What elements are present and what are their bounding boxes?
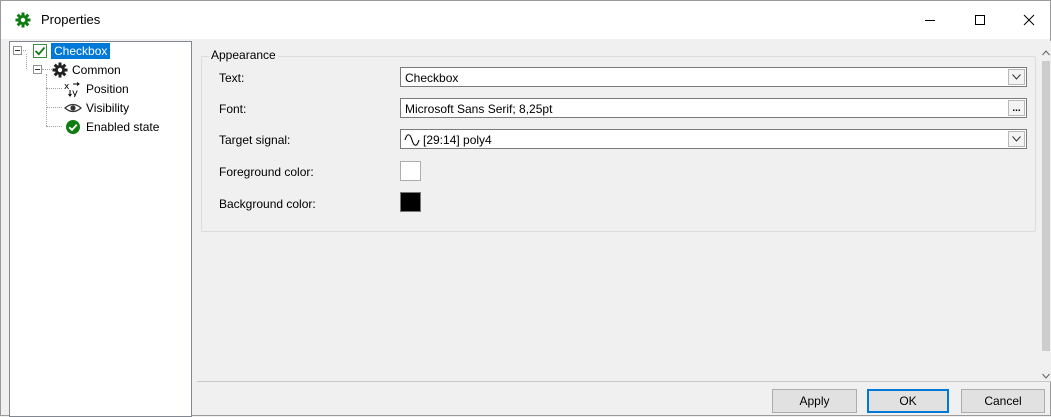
tree-item-label: Checkbox [51, 43, 111, 59]
ok-button[interactable]: OK [867, 389, 949, 413]
background-color-swatch[interactable] [400, 192, 421, 212]
svg-text:x: x [64, 82, 70, 92]
gear-icon [52, 62, 68, 78]
tree-item-checkbox[interactable]: Checkbox [32, 42, 111, 60]
tree-item-label: Position [86, 82, 129, 96]
gear-icon [15, 12, 31, 28]
tree-item-common[interactable]: Common [52, 61, 121, 79]
tree-connector [46, 88, 62, 89]
tree-connector [26, 54, 27, 69]
font-label: Font: [219, 102, 247, 116]
foreground-color-swatch[interactable] [400, 161, 421, 181]
property-tree: Checkbox Common x y Position Visibility … [9, 41, 192, 417]
checkbox-icon [32, 43, 48, 59]
svg-text:y: y [72, 88, 78, 97]
close-button[interactable] [1006, 1, 1051, 39]
group-title: Appearance [209, 48, 278, 62]
target-signal-label: Target signal: [219, 133, 291, 147]
tree-item-label: Visibility [86, 101, 130, 115]
maximize-icon [975, 15, 985, 25]
minimize-icon [925, 20, 935, 21]
scroll-down-icon[interactable] [1042, 368, 1050, 382]
font-browse-button[interactable]: ... [1008, 100, 1025, 116]
collapse-toggle[interactable] [33, 65, 42, 74]
maximize-button[interactable] [957, 1, 1003, 39]
tree-item-label: Enabled state [86, 120, 160, 134]
scroll-up-icon[interactable] [1042, 45, 1050, 59]
apply-button[interactable]: Apply [772, 389, 857, 413]
chevron-down-icon[interactable] [1008, 69, 1025, 85]
tree-item-enabled-state[interactable]: Enabled state [64, 118, 159, 136]
target-signal-value: [29:14] poly4 [423, 133, 492, 147]
background-color-label: Background color: [219, 197, 316, 211]
font-field[interactable]: Microsoft Sans Serif; 8,25pt ... [400, 98, 1027, 118]
font-value: Microsoft Sans Serif; 8,25pt [405, 102, 553, 116]
chevron-down-icon[interactable] [1008, 131, 1025, 147]
foreground-color-label: Foreground color: [219, 165, 314, 179]
tree-item-label: Common [72, 63, 121, 77]
tree-item-position[interactable]: x y Position [64, 80, 129, 99]
xy-position-icon: x y [64, 81, 82, 99]
cancel-button[interactable]: Cancel [961, 389, 1045, 413]
title-bar: Properties [1, 1, 1050, 39]
text-label: Text: [219, 71, 245, 85]
window-title: Properties [41, 12, 101, 27]
tree-connector [42, 69, 52, 70]
eye-icon [64, 100, 82, 116]
target-signal-dropdown[interactable]: [29:14] poly4 [400, 129, 1027, 149]
text-value: Checkbox [405, 71, 459, 85]
tree-connector [46, 74, 47, 126]
close-icon [1023, 14, 1035, 26]
text-dropdown[interactable]: Checkbox [400, 67, 1027, 87]
vertical-scrollbar[interactable] [1040, 41, 1051, 381]
footer-divider [197, 381, 1051, 382]
tree-item-visibility[interactable]: Visibility [64, 99, 129, 117]
tree-connector [46, 126, 62, 127]
ellipsis-icon: ... [1012, 103, 1021, 114]
signal-wave-icon [404, 133, 424, 147]
properties-content: Appearance Text: Checkbox Font: Microsof… [197, 41, 1040, 381]
tree-connector [46, 107, 62, 108]
collapse-toggle[interactable] [13, 46, 22, 55]
minimize-button[interactable] [907, 1, 953, 39]
scrollbar-thumb[interactable] [1042, 61, 1050, 351]
properties-window: Properties Checkbox Common x y Position … [0, 0, 1051, 417]
check-circle-icon [64, 119, 82, 135]
